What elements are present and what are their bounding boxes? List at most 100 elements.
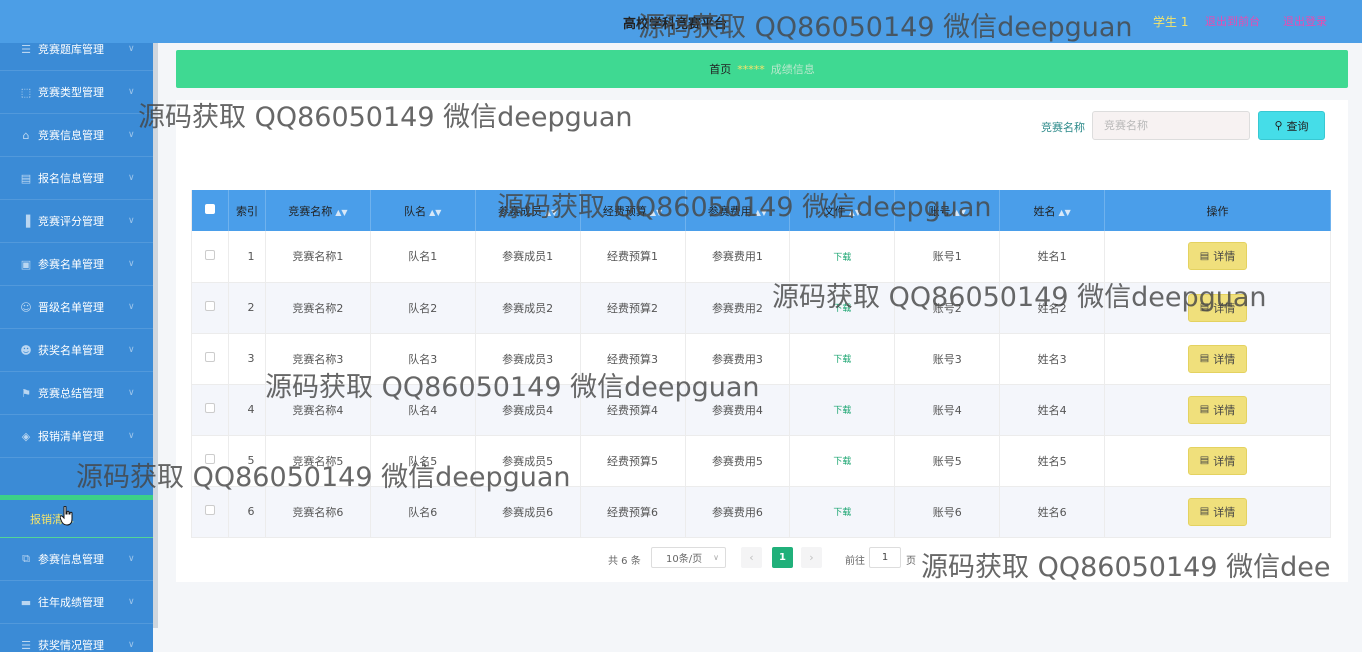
sidebar-item-label: 获奖情况管理 [38,639,104,652]
column-header[interactable]: 文件 ▲▼ [789,190,896,231]
sidebar-item[interactable]: ◈ 报销清单管理 ∨ [0,415,153,458]
row-select-cell[interactable] [191,384,229,436]
row-checkbox[interactable] [204,505,215,515]
select-all-checkbox[interactable] [204,204,215,214]
sort-icon[interactable]: ▲▼ [335,208,347,217]
detail-button[interactable]: ▤ 详情 [1188,497,1248,526]
column-header[interactable]: 队名 ▲▼ [370,190,476,231]
sort-icon[interactable]: ▲▼ [545,208,557,217]
cell-members: 参赛成员2 [475,282,581,334]
data-table: 索引 竞赛名称 ▲▼ 队名 ▲▼ 参赛成员 ▲▼ 经费预算 ▲▼ 参赛费用 ▲▼ 文件 ▲▼… [191,190,1331,538]
select-all-cell[interactable] [191,190,229,231]
column-header[interactable]: 参赛费用 ▲▼ [685,190,791,231]
row-select-cell[interactable] [191,231,229,283]
detail-button[interactable]: ▤ 详情 [1188,344,1248,373]
column-header[interactable]: 参赛成员 ▲▼ [475,190,581,231]
row-checkbox[interactable] [204,352,215,362]
column-header[interactable]: 姓名 ▲▼ [999,190,1106,231]
row-checkbox[interactable] [204,249,215,260]
form-icon: ▤ [20,171,32,185]
document-icon: ▤ [1199,353,1210,364]
cell-file: 下载 [789,384,896,436]
page-number-current[interactable]: 1 [772,547,793,568]
search-input[interactable] [1092,111,1250,140]
logout-link[interactable]: 退出登录 [1283,13,1327,29]
row-checkbox[interactable] [204,403,215,413]
ticket-icon: ▬ [20,595,32,609]
cell-budget: 经费预算6 [580,486,686,538]
back-to-frontend-link[interactable]: 退出到前台 [1205,13,1260,29]
detail-button[interactable]: ▤ 详情 [1188,446,1248,475]
cell-fee: 参赛费用2 [685,282,791,334]
row-select-cell[interactable] [191,282,229,334]
table-header-row: 索引 竞赛名称 ▲▼ 队名 ▲▼ 参赛成员 ▲▼ 经费预算 ▲▼ 参赛费用 ▲▼ 文件 ▲▼… [191,190,1331,231]
top-bar: 高校学科竞赛平台 学生 1 退出到前台 退出登录 [0,0,1362,43]
sort-icon[interactable]: ▲▼ [954,208,966,217]
cell-file: 下载 [789,282,896,334]
sidebar-item[interactable]: ▐ 竞赛评分管理 ∨ [0,200,153,243]
column-header[interactable]: 竞赛名称 ▲▼ [265,190,371,231]
row-checkbox[interactable] [204,454,215,464]
column-header[interactable]: 经费预算 ▲▼ [580,190,686,231]
cell-account: 账号2 [894,282,1001,334]
goto-page-unit: 页 [906,556,916,567]
sidebar-item[interactable]: ☻ 获奖名单管理 ∨ [0,329,153,372]
column-header[interactable]: 账号 ▲▼ [894,190,1001,231]
user-icon: ☺ [20,300,32,314]
sidebar-scrollbar[interactable] [153,43,158,628]
submenu-item-reimbursement-list[interactable]: 报销清单 [0,500,153,537]
shield-icon: ◈ [21,429,31,443]
frame-icon: ⬚ [20,85,32,99]
row-select-cell[interactable] [191,435,229,487]
cell-team: 队名4 [370,384,476,436]
sort-icon[interactable]: ▲▼ [1058,208,1070,217]
sidebar-item-label: 参赛名单管理 [38,258,104,271]
prev-page-button[interactable]: ‹ [741,547,762,568]
row-select-cell[interactable] [191,486,229,538]
sort-icon[interactable]: ▲▼ [849,208,861,217]
bank-icon: ⌂ [22,128,30,142]
sidebar-item[interactable]: ⌂ 竞赛信息管理 ∨ [0,114,153,157]
sidebar-item[interactable]: ⬚ 竞赛类型管理 ∨ [0,71,153,114]
row-select-cell[interactable] [191,333,229,385]
detail-button[interactable]: ▤ 详情 [1188,395,1248,424]
cell-budget: 经费预算3 [580,333,686,385]
search-button[interactable]: ⚲ 查询 [1258,111,1325,140]
sidebar-item[interactable]: ▤ 报名信息管理 ∨ [0,157,153,200]
detail-button[interactable]: ▤ 详情 [1188,242,1248,271]
table-row: 3 竞赛名称3 队名3 参赛成员3 经费预算3 参赛费用3 下载 账号3 姓名3 ▤ 详情 [191,333,1331,385]
cell-index: 4 [228,384,266,436]
download-link[interactable]: 下载 [833,355,851,365]
download-link[interactable]: 下载 [833,508,851,518]
cell-person: 姓名2 [999,282,1106,334]
breadcrumb-home[interactable]: 首页 [709,61,731,77]
page-size-select[interactable]: 10条/页 ∨ [651,547,726,568]
chevron-right-icon: › [809,551,814,564]
sidebar-item[interactable]: ▣ 参赛名单管理 ∨ [0,243,153,286]
pagination-total: 共 6 条 [608,556,641,567]
sidebar-item[interactable]: ☰ 获奖情况管理 ∨ [0,624,153,652]
search-button-label: 查询 [1286,119,1309,133]
detail-button[interactable]: ▤ 详情 [1188,293,1248,322]
row-checkbox[interactable] [204,301,215,311]
download-link[interactable]: 下载 [833,406,851,416]
sidebar-item[interactable]: ⚑ 竞赛总结管理 ∨ [0,372,153,415]
sort-icon[interactable]: ▲▼ [755,208,767,217]
download-link[interactable]: 下载 [833,304,851,314]
sidebar-item[interactable]: ☺ 晋级名单管理 ∨ [0,286,153,329]
sort-icon[interactable]: ▲▼ [429,208,441,217]
download-link[interactable]: 下载 [833,457,851,467]
cell-fee: 参赛费用5 [685,435,791,487]
sidebar-item[interactable]: ☰ 竞赛题库管理 ∨ [0,43,153,71]
download-link[interactable]: 下载 [833,253,851,263]
cell-account: 账号1 [894,231,1001,283]
cell-members: 参赛成员6 [475,486,581,538]
chevron-down-icon: ∨ [128,259,135,269]
goto-page-input[interactable] [869,547,901,568]
sidebar-item[interactable]: ▬ 往年成绩管理 ∨ [0,581,153,624]
chevron-down-icon: ∨ [128,640,135,650]
sort-icon[interactable]: ▲▼ [650,208,662,217]
breadcrumb-separator: ***** [737,62,765,76]
cell-team: 队名5 [370,435,476,487]
next-page-button[interactable]: › [801,547,822,568]
